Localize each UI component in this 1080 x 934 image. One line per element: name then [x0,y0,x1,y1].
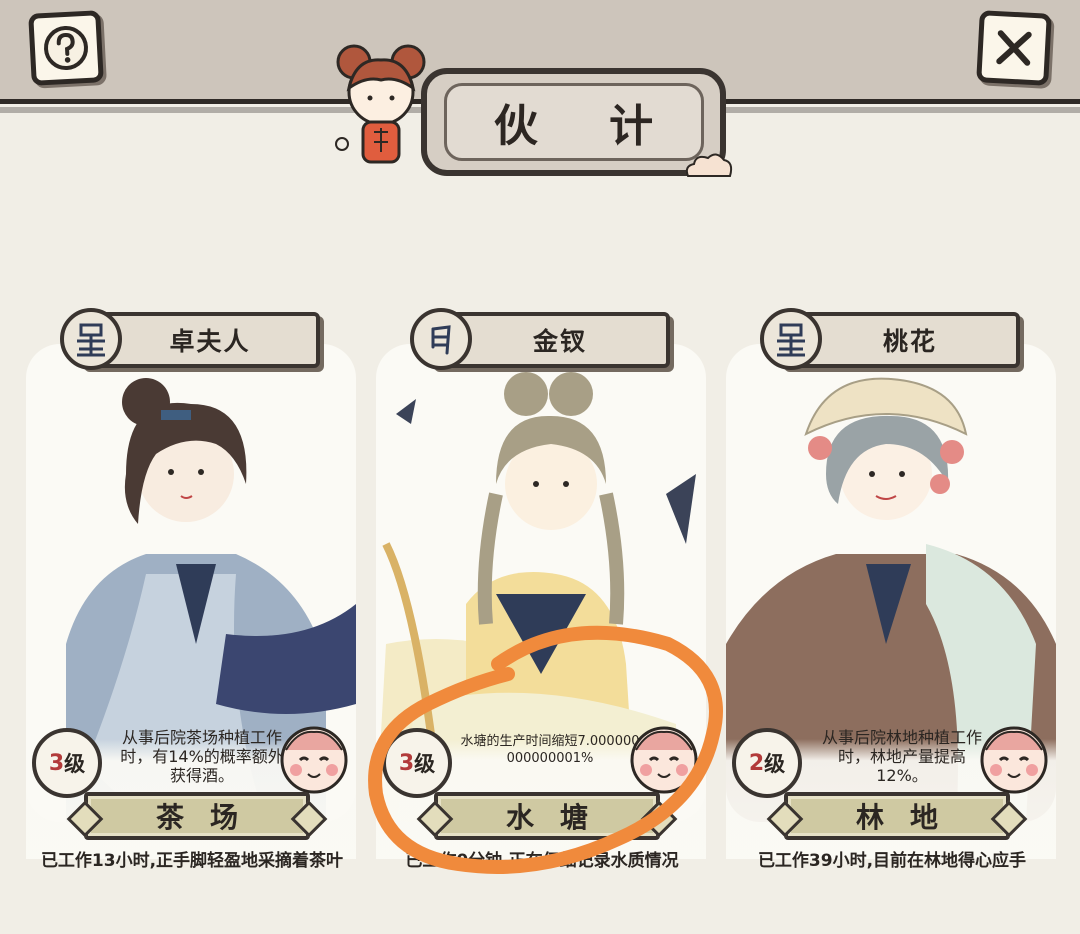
location-button[interactable]: 水塘 [434,792,660,840]
worker-name: 卓夫人 [169,327,251,356]
location-button[interactable]: 林地 [784,792,1010,840]
level-number: 3 [398,750,415,776]
location-label: 林地 [855,801,964,834]
level-number: 3 [48,750,65,776]
work-status: 已工作0分钟,正在仔细记录水质情况 [405,851,679,871]
worker-name: 金钗 [532,327,587,356]
rank-badge [410,308,472,370]
work-status: 已工作39小时,目前在林地得心应手 [757,851,1027,871]
location-button[interactable]: 茶场 [84,792,310,840]
skill-description: 从事后院茶场种植工作时，有14%的概率额外获得酒。 [120,728,284,785]
title-plate: 伙 计 [421,68,726,176]
rank-badge [760,308,822,370]
worker-card-1[interactable]: 卓夫人 3 级 从事后院茶场种植工作时，有14%的概率额外获得酒。 茶场 已工作… [26,308,360,871]
help-button[interactable] [28,10,104,86]
work-status: 已工作13小时,正手脚轻盈地采摘着茶叶 [40,851,344,871]
level-unit: 级 [764,752,786,776]
worker-card-3[interactable]: 桃花 2 级 从事后院林地种植工作时，林地产量提高12%。 林地 已工作39小时… [726,308,1060,871]
level-number: 2 [748,750,765,776]
mascot-girl-icon [335,44,426,164]
star-rank-icon [77,323,105,357]
skill-description: 从事后院林地种植工作时，林地产量提高12%。 [821,728,982,785]
smiling-face-icon [980,726,1048,794]
close-button[interactable] [976,10,1052,86]
star-rank-icon [777,323,805,357]
page-title: 伙 计 [493,101,682,152]
worker-name: 桃花 [882,327,937,356]
smiling-face-icon [630,726,698,794]
level-badge: 3 级 [32,728,102,798]
smiling-face-icon [280,726,348,794]
close-x-icon [996,30,1032,66]
location-label: 水塘 [505,801,614,834]
cloud-decoration-icon [685,153,733,177]
level-badge: 2 级 [732,728,802,798]
question-mark-icon [44,25,89,70]
location-label: 茶场 [155,801,264,834]
skill-description: 水塘的生产时间缩短7.000000000000001% [460,734,640,766]
level-unit: 级 [64,752,86,776]
title-banner: 伙 计 [326,40,736,180]
worker-card-2[interactable]: 金钗 3 级 水塘的生产时间缩短7.000000000000001% 水塘 已工… [376,308,710,871]
level-badge: 3 级 [382,728,452,798]
moon-rank-icon [431,325,451,355]
rank-badge [60,308,122,370]
level-unit: 级 [414,752,436,776]
